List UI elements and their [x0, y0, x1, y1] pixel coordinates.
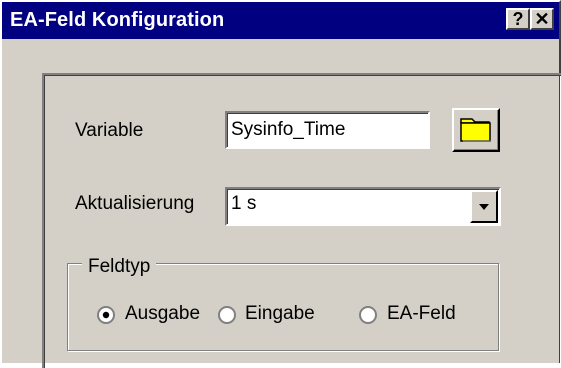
dropdown-arrow-icon [479, 204, 489, 210]
radio-ea-feld[interactable] [358, 305, 378, 325]
close-button[interactable]: ✕ [530, 8, 554, 30]
window-title: EA-Feld Konfiguration [10, 9, 225, 31]
dropdown-arrow-button[interactable] [470, 190, 498, 223]
radio-label-ea-feld[interactable]: EA-Feld [387, 303, 456, 325]
radio-label-eingabe[interactable]: Eingabe [245, 303, 315, 325]
update-label: Aktualisierung [75, 193, 195, 214]
update-select-value: 1 s [231, 193, 257, 214]
title-bar[interactable]: EA-Feld Konfiguration ? ✕ [2, 2, 559, 39]
update-select[interactable]: 1 s [225, 187, 501, 226]
help-button[interactable]: ? [506, 8, 530, 30]
variable-label: Variable [75, 120, 144, 141]
variable-value: Sysinfo_Time [231, 119, 346, 140]
radio-label-ausgabe[interactable]: Ausgabe [125, 303, 200, 325]
variable-input[interactable]: Sysinfo_Time [225, 111, 430, 149]
radio-ausgabe[interactable] [96, 305, 116, 325]
browse-button[interactable] [452, 108, 500, 152]
radio-eingabe[interactable] [217, 305, 237, 325]
fieldtype-legend: Feldtyp [82, 256, 157, 278]
folder-icon [460, 118, 491, 142]
